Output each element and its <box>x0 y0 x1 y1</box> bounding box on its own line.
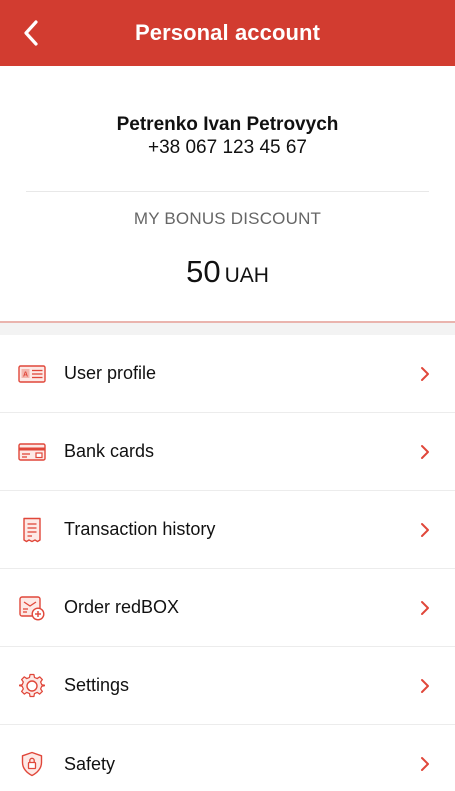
redbox-order-icon <box>17 593 47 623</box>
chevron-right-icon <box>419 676 431 696</box>
bank-card-icon <box>17 437 47 467</box>
bonus-amount: 50 <box>186 254 221 289</box>
menu-item-label: Bank cards <box>64 441 155 461</box>
svg-text:A: A <box>23 371 28 378</box>
menu-item-bank-cards[interactable]: Bank cards <box>0 413 455 491</box>
chevron-right-icon <box>419 520 431 540</box>
menu-item-label: User profile <box>64 363 157 383</box>
section-gap <box>0 323 455 335</box>
menu-item-user-profile[interactable]: A User profile <box>0 335 455 413</box>
page-title: Personal account <box>135 20 320 45</box>
menu-item-order-redbox[interactable]: Order redBOX <box>0 569 455 647</box>
menu-item-label: Safety <box>64 753 116 774</box>
divider <box>26 191 429 192</box>
menu-item-label: Settings <box>64 675 130 695</box>
shield-lock-icon <box>17 749 47 779</box>
profile-section: Petrenko Ivan Petrovych +38 067 123 45 6… <box>0 66 455 160</box>
id-card-icon: A <box>17 359 47 389</box>
menu-item-label: Transaction history <box>64 519 216 539</box>
menu-item-transaction-history[interactable]: Transaction history <box>0 491 455 569</box>
menu-item-safety[interactable]: Safety <box>0 725 455 791</box>
gear-icon <box>17 671 47 701</box>
chevron-right-icon <box>419 364 431 384</box>
chevron-right-icon <box>419 754 431 774</box>
menu-item-settings[interactable]: Settings <box>0 647 455 725</box>
app-header: Personal account <box>0 0 455 66</box>
user-phone: +38 067 123 45 67 <box>147 137 307 158</box>
bonus-value: 50 UAH <box>0 255 455 295</box>
chevron-left-icon <box>24 20 38 46</box>
menu-item-label: Order redBOX <box>64 597 180 617</box>
account-menu: A User profile Bank cards Transaction hi… <box>0 335 455 791</box>
bonus-currency: UAH <box>224 264 269 287</box>
back-button[interactable] <box>18 16 44 50</box>
bonus-label: MY BONUS DISCOUNT <box>133 209 322 228</box>
receipt-icon <box>17 515 47 545</box>
chevron-right-icon <box>419 598 431 618</box>
user-name: Petrenko Ivan Petrovych <box>116 114 339 135</box>
chevron-right-icon <box>419 442 431 462</box>
